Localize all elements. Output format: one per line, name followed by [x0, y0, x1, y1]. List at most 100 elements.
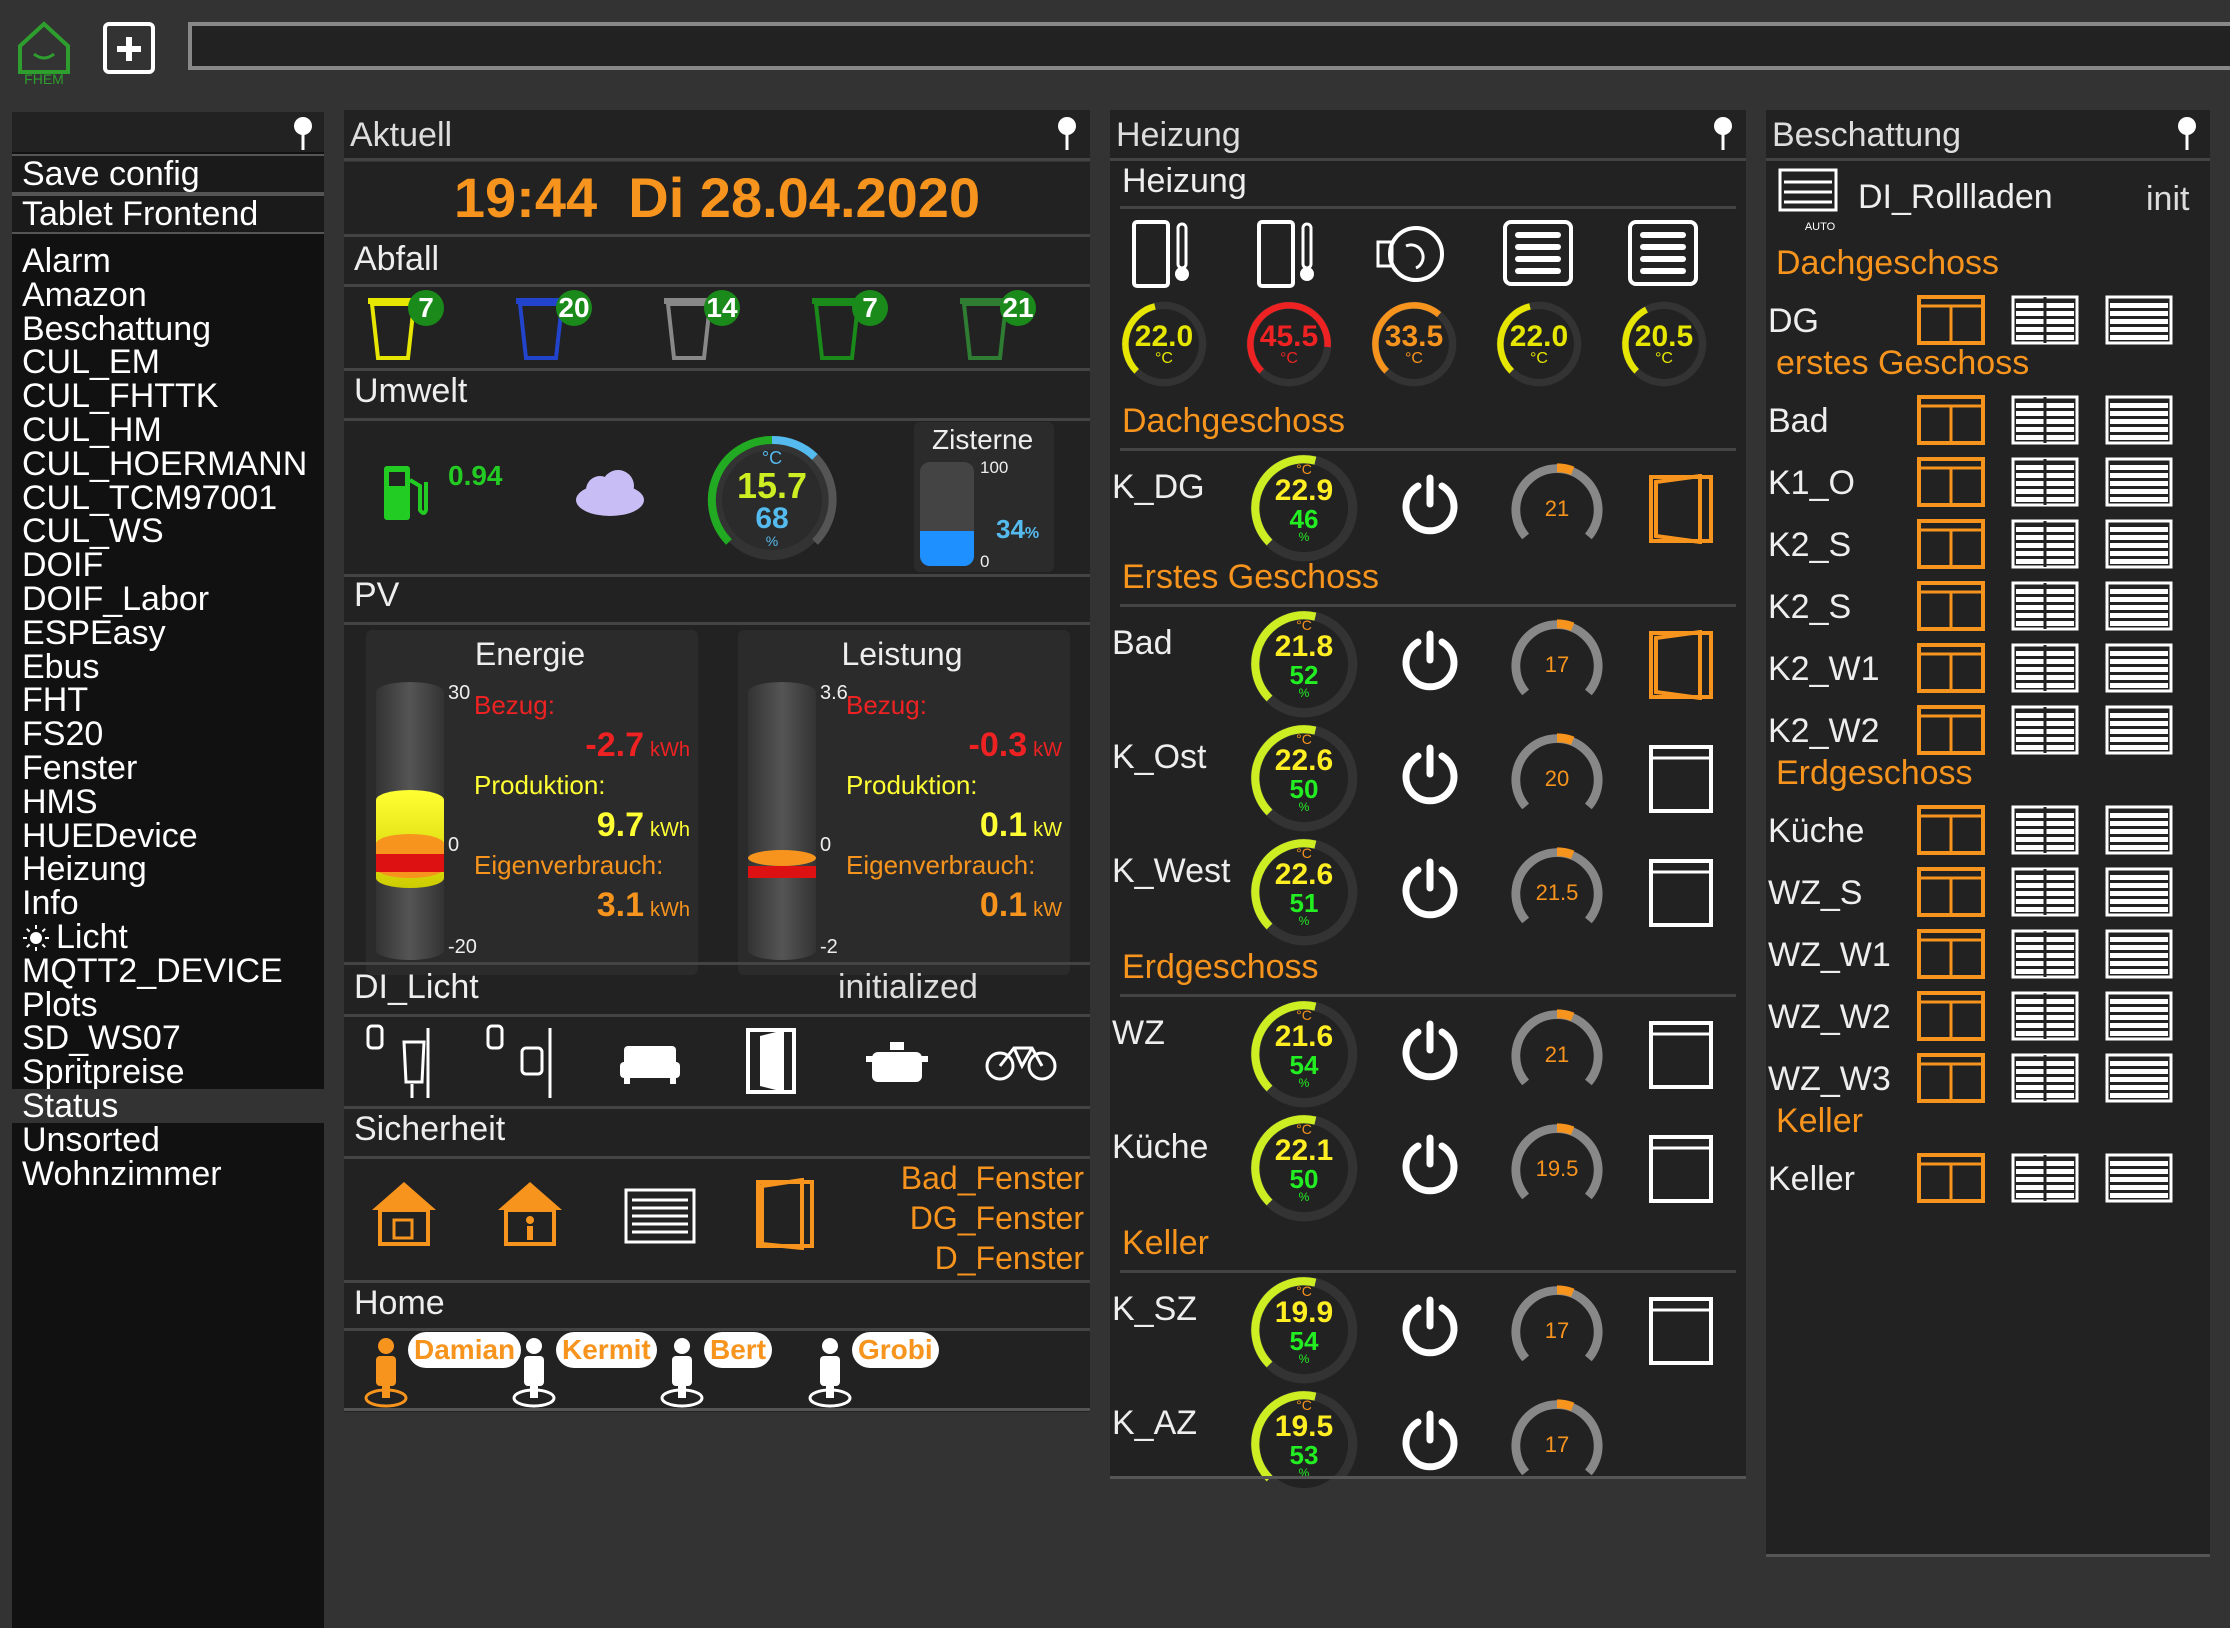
- sidebar-item[interactable]: Fenster: [12, 751, 324, 785]
- window-open-icon[interactable]: [754, 1178, 816, 1250]
- sidebar-item[interactable]: CUL_FHTTK: [12, 379, 324, 413]
- pin-icon[interactable]: [292, 116, 314, 152]
- sidebar-item[interactable]: CUL_WS: [12, 514, 324, 548]
- shutter-half-icon[interactable]: [2010, 866, 2080, 918]
- shutter-closed-icon[interactable]: [2104, 642, 2174, 694]
- power-icon[interactable]: [1396, 1294, 1464, 1362]
- house-alarm-icon[interactable]: [368, 1178, 440, 1248]
- sidebar-item[interactable]: Licht: [12, 920, 324, 954]
- shutter-auto-icon[interactable]: AUTO: [1778, 168, 1840, 234]
- floor-lamp-icon[interactable]: [484, 1022, 560, 1102]
- shutter-closed-icon[interactable]: [2104, 394, 2174, 446]
- shutter-half-icon[interactable]: [2010, 518, 2080, 570]
- sidebar-item[interactable]: MQTT2_DEVICE: [12, 954, 324, 988]
- shutter-open-icon[interactable]: [1916, 456, 1986, 508]
- sidebar-item[interactable]: Beschattung: [12, 312, 324, 346]
- shutter-half-icon[interactable]: [2010, 580, 2080, 632]
- shutter-open-icon[interactable]: [1916, 704, 1986, 756]
- shutter-open-icon[interactable]: [1916, 928, 1986, 980]
- shutter-closed-icon[interactable]: [2104, 294, 2174, 346]
- shutter-half-icon[interactable]: [2010, 990, 2080, 1042]
- sidebar-item[interactable]: ESPEasy: [12, 616, 324, 650]
- sidebar-item[interactable]: HUEDevice: [12, 819, 324, 853]
- shutter-closed-icon[interactable]: [2104, 928, 2174, 980]
- shutter-closed-icon[interactable]: [2104, 990, 2174, 1042]
- door-icon[interactable]: [744, 1026, 804, 1096]
- shutter-closed-icon[interactable]: [2104, 1052, 2174, 1104]
- shutter-closed-icon[interactable]: [2104, 580, 2174, 632]
- sidebar-item[interactable]: Wohnzimmer: [12, 1157, 324, 1191]
- sidebar-item[interactable]: DOIF_Labor: [12, 582, 324, 616]
- power-icon[interactable]: [1396, 1018, 1464, 1086]
- pin-icon[interactable]: [2176, 116, 2198, 152]
- sidebar-item[interactable]: Alarm: [12, 244, 324, 278]
- fhem-home-icon[interactable]: FHEM: [14, 16, 74, 86]
- sidebar-item[interactable]: SD_WS07: [12, 1021, 324, 1055]
- sidebar-item[interactable]: CUL_HOERMANN: [12, 447, 324, 481]
- lamp-icon[interactable]: [364, 1022, 440, 1102]
- shutter-half-icon[interactable]: [2010, 294, 2080, 346]
- power-icon[interactable]: [1396, 628, 1464, 696]
- person-icon[interactable]: [506, 1336, 562, 1410]
- garage-door-icon[interactable]: [624, 1188, 696, 1244]
- house-person-icon[interactable]: [494, 1178, 566, 1248]
- sidebar-top-item[interactable]: Tablet Frontend: [12, 194, 324, 234]
- pin-icon[interactable]: [1056, 116, 1078, 152]
- command-input[interactable]: [188, 22, 2230, 70]
- shutter-open-icon[interactable]: [1916, 1052, 1986, 1104]
- sidebar-item[interactable]: Heizung: [12, 852, 324, 886]
- shutter-open-icon[interactable]: [1916, 990, 1986, 1042]
- sidebar-top-item[interactable]: Save config: [12, 154, 324, 194]
- shutter-half-icon[interactable]: [2010, 1052, 2080, 1104]
- power-icon[interactable]: [1396, 1408, 1464, 1476]
- shutter-half-icon[interactable]: [2010, 394, 2080, 446]
- shutter-open-icon[interactable]: [1916, 294, 1986, 346]
- sidebar-item[interactable]: FS20: [12, 717, 324, 751]
- pin-icon[interactable]: [1712, 116, 1734, 152]
- bicycle-icon[interactable]: [984, 1042, 1058, 1082]
- sidebar-item[interactable]: Spritpreise: [12, 1055, 324, 1089]
- shutter-closed-icon[interactable]: [2104, 1152, 2174, 1204]
- sofa-icon[interactable]: [618, 1042, 682, 1086]
- shutter-open-icon[interactable]: [1916, 394, 1986, 446]
- sidebar-item[interactable]: Info: [12, 886, 324, 920]
- shutter-open-icon[interactable]: [1916, 580, 1986, 632]
- shutter-closed-icon[interactable]: [2104, 518, 2174, 570]
- sidebar-item[interactable]: FHT: [12, 683, 324, 717]
- shutter-open-icon[interactable]: [1916, 866, 1986, 918]
- power-icon[interactable]: [1396, 856, 1464, 924]
- person-icon[interactable]: [802, 1336, 858, 1410]
- shutter-half-icon[interactable]: [2010, 1152, 2080, 1204]
- shutter-closed-icon[interactable]: [2104, 866, 2174, 918]
- shutter-closed-icon[interactable]: [2104, 804, 2174, 856]
- shutter-closed-icon[interactable]: [2104, 456, 2174, 508]
- sidebar-item[interactable]: Amazon: [12, 278, 324, 312]
- cooking-pot-icon[interactable]: [864, 1038, 930, 1086]
- power-icon[interactable]: [1396, 1132, 1464, 1200]
- sidebar-item[interactable]: Plots: [12, 988, 324, 1022]
- sidebar-item[interactable]: CUL_EM: [12, 345, 324, 379]
- shutter-half-icon[interactable]: [2010, 804, 2080, 856]
- sidebar-item[interactable]: Unsorted: [12, 1123, 324, 1157]
- shutter-open-icon[interactable]: [1916, 804, 1986, 856]
- power-icon[interactable]: [1396, 742, 1464, 810]
- shutter-open-icon[interactable]: [1916, 642, 1986, 694]
- shutter-half-icon[interactable]: [2010, 642, 2080, 694]
- sidebar-item[interactable]: CUL_TCM97001: [12, 481, 324, 515]
- shutter-open-icon[interactable]: [1916, 1152, 1986, 1204]
- add-button[interactable]: [103, 22, 155, 74]
- sidebar-item-label: Beschattung: [22, 309, 212, 348]
- person-icon[interactable]: [654, 1336, 710, 1410]
- person-icon[interactable]: [358, 1336, 414, 1410]
- sidebar-item[interactable]: DOIF: [12, 548, 324, 582]
- sidebar-item[interactable]: Status: [12, 1089, 324, 1123]
- sidebar-item[interactable]: CUL_HM: [12, 413, 324, 447]
- power-icon[interactable]: [1396, 472, 1464, 540]
- shutter-closed-icon[interactable]: [2104, 704, 2174, 756]
- shutter-half-icon[interactable]: [2010, 928, 2080, 980]
- shutter-half-icon[interactable]: [2010, 456, 2080, 508]
- shutter-open-icon[interactable]: [1916, 518, 1986, 570]
- sidebar-item[interactable]: HMS: [12, 785, 324, 819]
- sidebar-item[interactable]: Ebus: [12, 650, 324, 684]
- shutter-half-icon[interactable]: [2010, 704, 2080, 756]
